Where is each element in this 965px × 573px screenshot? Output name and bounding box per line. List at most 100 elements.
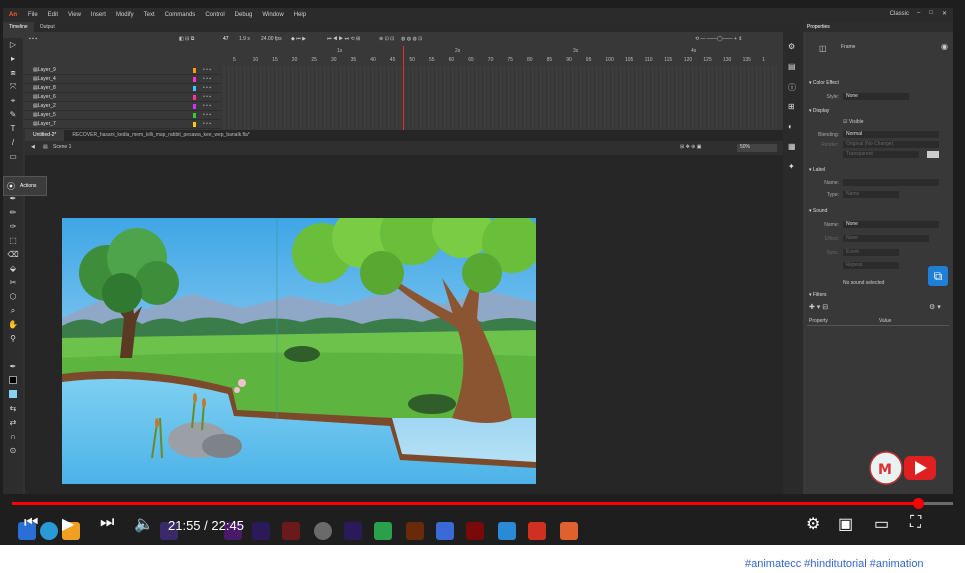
theater-mode-icon[interactable]: ▭ — [874, 514, 889, 534]
doc-tab-recover[interactable]: RECOVER_hasani_kedia_mem_killi_map_rabbi… — [64, 130, 257, 141]
layer-toggles[interactable]: • • ▪ — [203, 85, 211, 91]
maximize-button[interactable]: □ — [929, 10, 933, 17]
tool-icon[interactable] — [7, 348, 19, 358]
center-frame-icons[interactable]: ⊕ ⊡ ⊡ — [379, 36, 394, 42]
filters-header[interactable]: ▾ Filters — [809, 292, 827, 298]
layer-row[interactable]: ▤ Layer_5 • • ▪ — [3, 111, 221, 120]
label-name-input[interactable] — [843, 179, 939, 186]
layer-row[interactable]: ▤ Layer_2 • • ▪ — [3, 102, 221, 111]
tool-icon[interactable]: ⧈ — [7, 68, 19, 78]
layer-row[interactable]: ▤ Layer_7 • • ▪ — [3, 120, 221, 129]
next-icon[interactable]: ⏭ — [100, 514, 114, 532]
transparent-select[interactable]: Transparent — [843, 151, 919, 158]
tool-icon[interactable]: ⬡ — [7, 292, 19, 302]
info-icon[interactable]: ⓘ — [788, 82, 796, 93]
layer-toggles[interactable]: • • ▪ — [203, 121, 211, 127]
color-effect-header[interactable]: ▾ Color Effect — [809, 80, 839, 86]
volume-icon[interactable]: 🔈 — [134, 514, 154, 534]
miniplayer-icon[interactable]: ▣ — [838, 514, 853, 534]
tool-icon[interactable]: ✏ — [7, 208, 19, 218]
tool-icon[interactable]: T — [7, 124, 19, 134]
menu-view[interactable]: View — [63, 12, 86, 18]
close-button[interactable]: ✕ — [942, 10, 947, 17]
back-arrow-icon[interactable]: ◀ — [31, 144, 35, 150]
onion-skin-icons[interactable]: ◧ ⊟ ⧉ — [179, 36, 194, 42]
tool-icon[interactable] — [9, 376, 17, 384]
visible-checkbox[interactable]: ☑ Visible — [843, 119, 864, 125]
stage-canvas[interactable] — [62, 218, 536, 484]
menu-window[interactable]: Window — [257, 12, 288, 18]
tool-icon[interactable]: ⌕ — [7, 306, 19, 316]
zoom-slider-icon[interactable]: ⟲ — ——◯—— + ⇕ — [695, 36, 742, 42]
layer-color-swatch[interactable] — [193, 122, 196, 127]
tool-icon[interactable]: ✒ — [7, 362, 19, 372]
menu-control[interactable]: Control — [200, 12, 229, 18]
tool-icon[interactable]: ⬚ — [7, 236, 19, 246]
tool-icon[interactable]: ✋ — [7, 320, 19, 330]
library-icon[interactable]: ▤ — [788, 62, 796, 71]
tool-icon[interactable]: ▷ — [7, 40, 19, 50]
previous-icon[interactable]: ⏮ — [24, 514, 38, 532]
settings-gear-icon[interactable]: ⚙ — [806, 514, 820, 534]
scene-name[interactable]: Scene 1 — [53, 144, 71, 150]
screen-cast-icon[interactable]: ⧉ — [928, 266, 948, 286]
tool-icon[interactable]: ▸ — [7, 54, 19, 64]
color-icon[interactable]: ◐ — [788, 122, 793, 131]
tool-icon[interactable]: / — [7, 138, 19, 148]
layer-color-swatch[interactable] — [193, 68, 196, 73]
frame-grid[interactable] — [223, 66, 777, 129]
playback-icons[interactable]: ◆ ⏮ ▶ — [291, 36, 306, 42]
workspace-switcher[interactable]: Classic — [890, 11, 909, 17]
current-frame[interactable]: 47 — [223, 36, 229, 42]
layer-toggles[interactable]: • • ▪ — [203, 112, 211, 118]
sound-header[interactable]: ▾ Sound — [809, 208, 827, 214]
menu-help[interactable]: Help — [289, 12, 311, 18]
playhead[interactable] — [403, 46, 404, 130]
transport-icons[interactable]: ⏮ ◀ ▶ ⏭ ⟲ ⊞ — [327, 36, 360, 42]
tool-icon[interactable]: ⇆ — [7, 404, 19, 414]
menu-debug[interactable]: Debug — [230, 12, 258, 18]
layer-color-swatch[interactable] — [193, 95, 196, 100]
tool-icon[interactable] — [9, 390, 17, 398]
tab-output[interactable]: Output — [34, 22, 61, 32]
menu-file[interactable]: File — [23, 12, 43, 18]
video-hashtags[interactable]: #animatecc #hinditutorial #animation — [745, 558, 924, 570]
progress-bar[interactable] — [12, 498, 953, 509]
tool-icon[interactable]: ⊙ — [7, 446, 19, 456]
tool-icon[interactable]: ⬙ — [7, 264, 19, 274]
blending-select[interactable]: Normal — [843, 131, 939, 138]
menu-edit[interactable]: Edit — [43, 12, 63, 18]
swatches-icon[interactable]: ▦ — [788, 142, 796, 151]
tool-icon[interactable]: ∩ — [7, 432, 19, 442]
doc-tab-untitled[interactable]: Untitled-2* — [25, 130, 65, 141]
align-icon[interactable]: ⊞ — [788, 102, 795, 111]
properties-icon[interactable]: ⚙ — [788, 42, 795, 51]
zoom-select[interactable]: 50% — [737, 144, 777, 152]
sound-sync-select[interactable]: Event — [843, 249, 899, 256]
actions-panel[interactable]: ⦿ Actions — [3, 176, 47, 196]
tab-timeline[interactable]: Timeline — [3, 22, 34, 32]
menu-commands[interactable]: Commands — [160, 12, 201, 18]
stage-view-icons[interactable]: ⊞ ✥ ⊕ ▣ — [680, 144, 701, 150]
layer-row[interactable]: ▤ Layer_6 • • ▪ — [3, 93, 221, 102]
filter-options-icon[interactable]: ⚙ ▾ — [929, 303, 941, 311]
layer-color-swatch[interactable] — [193, 77, 196, 82]
tool-icon[interactable]: ⚲ — [7, 334, 19, 344]
tool-icon[interactable]: ⌖ — [7, 96, 19, 106]
layer-toggles[interactable]: • • ▪ — [203, 76, 211, 82]
display-header[interactable]: ▾ Display — [809, 108, 829, 114]
tool-icon[interactable]: ⇄ — [7, 418, 19, 428]
tool-icon[interactable] — [7, 166, 19, 176]
layer-color-swatch[interactable] — [193, 104, 196, 109]
play-icon[interactable]: ▶ — [62, 514, 74, 534]
style-select[interactable]: None — [843, 93, 909, 100]
sound-name-select[interactable]: None — [843, 221, 939, 228]
menu-text[interactable]: Text — [139, 12, 160, 18]
tool-icon[interactable]: ✑ — [7, 222, 19, 232]
menu-modify[interactable]: Modify — [111, 12, 139, 18]
layer-row[interactable]: ▤ Layer_9 • • ▪ — [3, 66, 221, 75]
layer-color-swatch[interactable] — [193, 86, 196, 91]
tool-icon[interactable]: ✂ — [7, 278, 19, 288]
tool-icon[interactable]: ▭ — [7, 152, 19, 162]
bg-color-swatch[interactable] — [927, 151, 939, 158]
